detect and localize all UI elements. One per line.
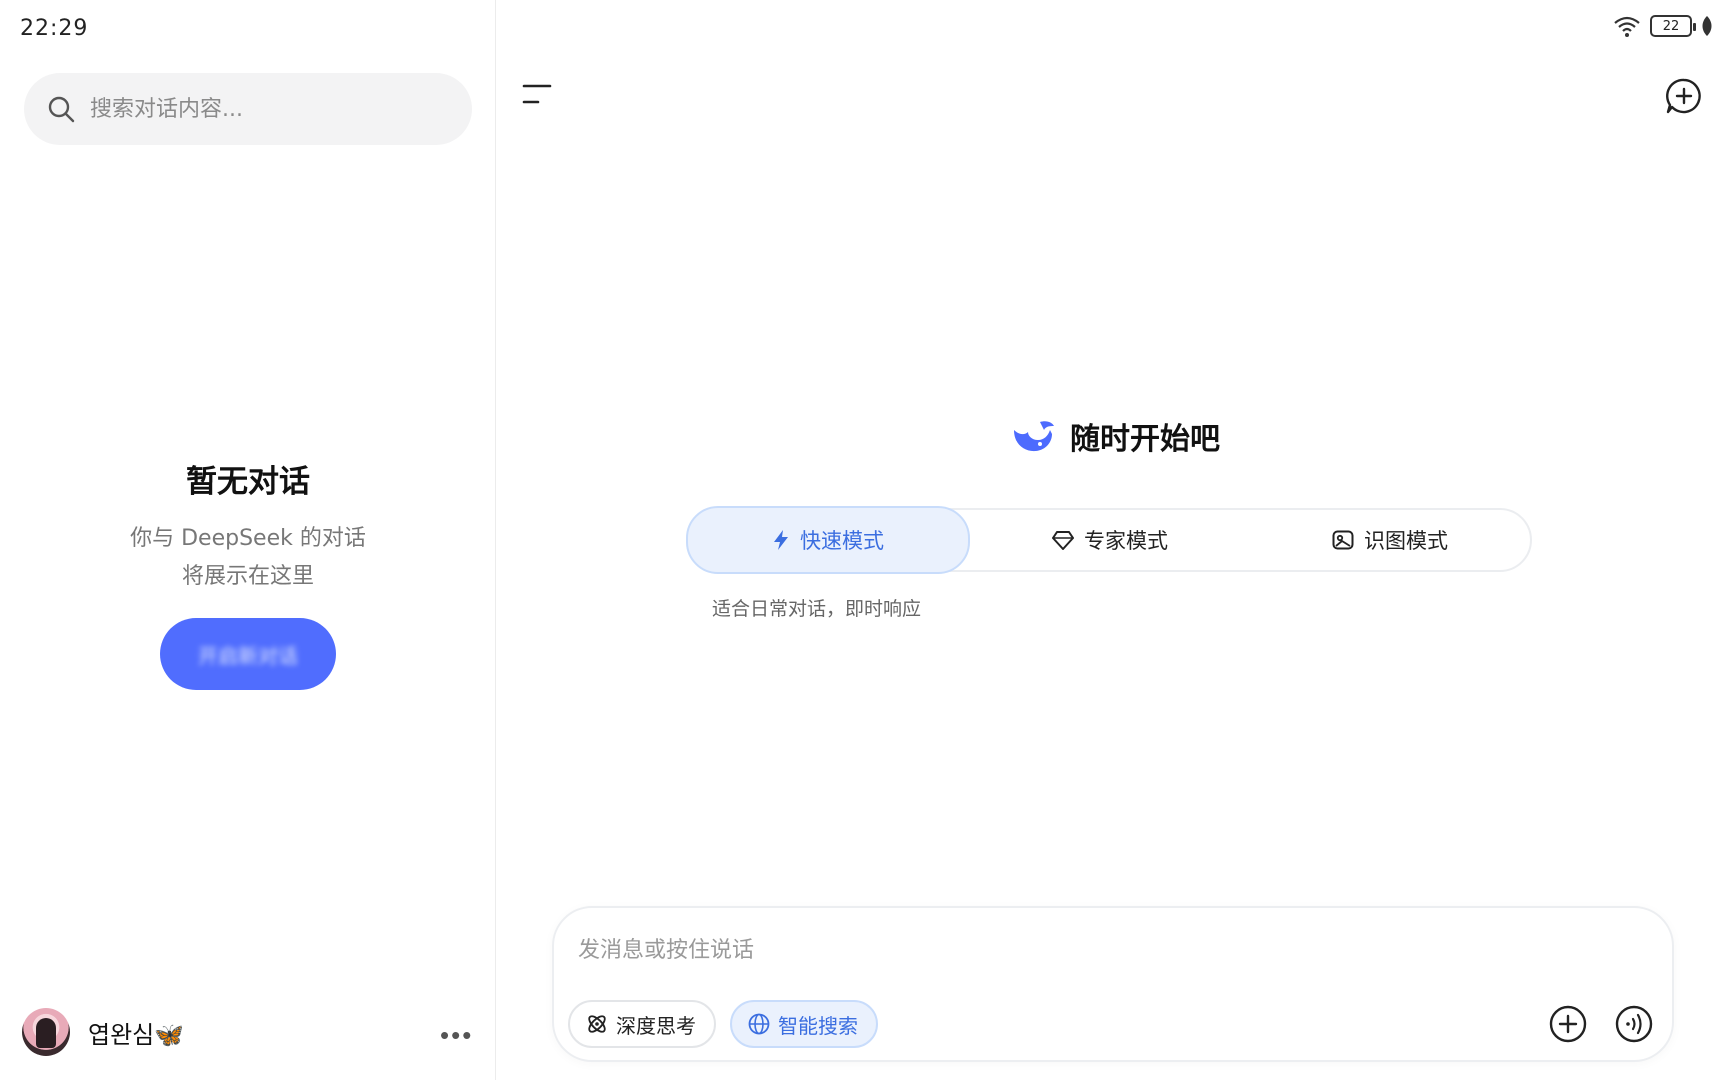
lightning-icon [774, 530, 788, 550]
more-options-button[interactable]: ••• [440, 1020, 473, 1051]
deepseek-whale-logo-icon [1014, 421, 1054, 452]
hero: 随时开始吧 [1010, 414, 1220, 458]
mode-tab-fast[interactable]: 快速模式 [686, 506, 970, 574]
avatar[interactable] [22, 1008, 70, 1056]
image-icon [1332, 530, 1354, 550]
deep-think-label: 深度思考 [616, 1013, 696, 1038]
chat-plus-icon [1666, 78, 1701, 114]
smart-search-label: 智能搜索 [778, 1013, 858, 1038]
mode-tab-expert[interactable]: 专家模式 [970, 510, 1250, 570]
mode-tab-expert-label: 专家模式 [1084, 529, 1168, 553]
attach-button[interactable] [1546, 1002, 1590, 1046]
atom-icon [588, 1015, 606, 1033]
search-icon [48, 96, 75, 123]
leaf-icon [1702, 16, 1712, 36]
mode-tab-vision[interactable]: 识图模式 [1250, 510, 1530, 570]
message-input[interactable] [578, 930, 1638, 970]
mode-selector: 快速模式 专家模式 识图模式 [686, 506, 1532, 574]
mode-tab-vision-label: 识图模式 [1364, 529, 1448, 553]
new-chat-button-label: 开启新对话 [198, 643, 298, 668]
empty-state-line-1: 你与 DeepSeek 的对话 [130, 526, 366, 551]
sidebar-toggle-button[interactable] [520, 80, 556, 112]
globe-icon [748, 1013, 770, 1035]
empty-state-line-2: 将展示在这里 [181, 564, 314, 589]
search-input[interactable] [90, 96, 450, 122]
empty-state-description: 你与 DeepSeek 的对话 将展示在这里 [0, 520, 496, 596]
user-profile[interactable]: 엽완심🦋 [22, 1008, 184, 1056]
empty-state-title: 暂无对话 [186, 464, 310, 500]
voice-wave-icon [1615, 1005, 1653, 1043]
status-time: 22:29 [20, 16, 89, 41]
new-chat-button[interactable]: 开启新对话 [160, 618, 336, 690]
plus-circle-icon [1549, 1005, 1587, 1043]
search-box[interactable] [24, 73, 472, 145]
wifi-icon [1614, 16, 1640, 37]
battery-icon: 22 [1650, 15, 1696, 37]
message-composer: 深度思考 智能搜索 [552, 906, 1674, 1062]
smart-search-toggle[interactable]: 智能搜索 [730, 1000, 878, 1048]
diamond-icon [1052, 531, 1074, 550]
mode-description: 适合日常对话，即时响应 [712, 598, 922, 620]
profile-name: 엽완심🦋 [88, 1020, 185, 1049]
hero-title: 随时开始吧 [1070, 422, 1220, 457]
mode-tab-fast-label: 快速模式 [800, 529, 884, 553]
sidebar: 22:29 暂无对话 你与 DeepSeek 的对话 将展示在这里 开启新对话 … [0, 0, 496, 1080]
new-chat-icon-button[interactable] [1664, 76, 1704, 116]
menu-icon [522, 84, 552, 104]
voice-button[interactable] [1612, 1002, 1656, 1046]
deep-think-toggle[interactable]: 深度思考 [568, 1000, 716, 1048]
status-icons: 22 [1612, 14, 1714, 38]
